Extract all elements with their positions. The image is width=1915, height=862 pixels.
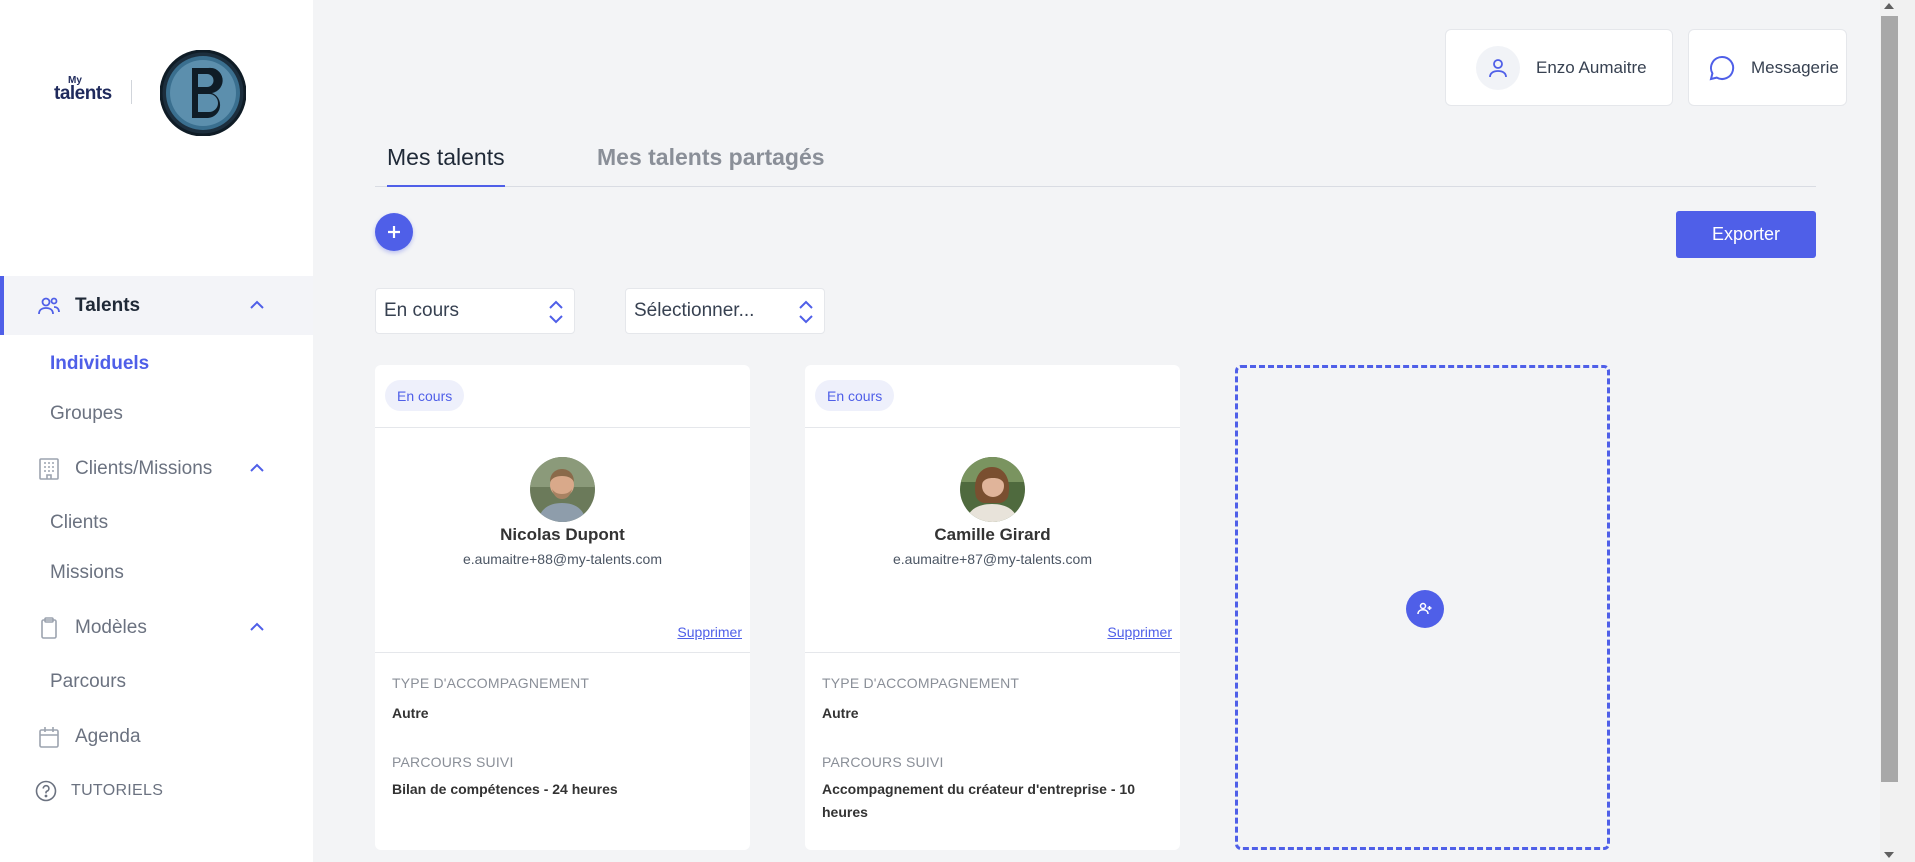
type-label: TYPE D'ACCOMPAGNEMENT bbox=[822, 675, 1020, 691]
divider bbox=[375, 652, 750, 653]
user-profile-button[interactable]: Enzo Aumaitre bbox=[1445, 29, 1673, 106]
delete-link[interactable]: Supprimer bbox=[1107, 624, 1172, 640]
tab-bar: Mes talents Mes talents partagés bbox=[375, 140, 1816, 187]
sidebar-item-label: Modèles bbox=[75, 616, 147, 638]
avatar bbox=[1476, 45, 1520, 90]
status-badge-text: En cours bbox=[397, 387, 453, 404]
plus-icon bbox=[388, 226, 400, 238]
type-value: Autre bbox=[822, 705, 859, 721]
my-talents-logo[interactable]: My talents bbox=[50, 75, 120, 109]
chat-bubble-icon bbox=[1709, 55, 1735, 80]
tab-mes-talents[interactable]: Mes talents bbox=[387, 140, 505, 187]
talent-photo bbox=[530, 457, 595, 522]
messagerie-button[interactable]: Messagerie bbox=[1688, 29, 1847, 106]
add-user-button[interactable] bbox=[1406, 590, 1444, 628]
sidebar-item-clients[interactable]: Clients bbox=[0, 498, 313, 548]
user-name: Enzo Aumaitre bbox=[1536, 57, 1647, 77]
tab-label: Mes talents bbox=[387, 144, 505, 170]
select-arrows-icon bbox=[549, 300, 563, 324]
chevron-up-icon[interactable] bbox=[248, 459, 266, 477]
status-badge: En cours bbox=[385, 380, 465, 411]
sidebar-item-label: TUTORIELS bbox=[71, 782, 164, 799]
logo-separator bbox=[131, 80, 132, 104]
sidebar: My talents Talents Individuels Groupes C… bbox=[0, 0, 313, 862]
add-talent-button[interactable] bbox=[375, 213, 413, 251]
chevron-up-icon[interactable] bbox=[248, 618, 266, 636]
type-value: Autre bbox=[392, 705, 429, 721]
export-label: Exporter bbox=[1711, 224, 1781, 244]
scroll-down-arrow-icon[interactable] bbox=[1884, 852, 1894, 858]
sidebar-item-talents[interactable]: Talents bbox=[0, 276, 313, 335]
sidebar-item-missions[interactable]: Missions bbox=[0, 548, 313, 598]
sidebar-item-label: Talents bbox=[75, 294, 141, 316]
sidebar-item-label: Agenda bbox=[75, 725, 141, 747]
calendar-icon bbox=[39, 726, 59, 748]
add-talent-card[interactable] bbox=[1235, 365, 1610, 850]
add-user-icon bbox=[1417, 602, 1432, 615]
messagerie-label: Messagerie bbox=[1751, 57, 1839, 77]
sidebar-item-parcours[interactable]: Parcours bbox=[0, 657, 313, 707]
sidebar-item-label: Clients bbox=[50, 512, 109, 533]
sidebar-item-groupes[interactable]: Groupes bbox=[0, 389, 313, 439]
users-icon bbox=[38, 297, 60, 314]
path-value: Accompagnement du créateur d'entreprise … bbox=[822, 781, 1135, 820]
talent-name: Camille Girard bbox=[934, 525, 1051, 544]
path-label: PARCOURS SUIVI bbox=[392, 754, 514, 770]
sidebar-item-label: Individuels bbox=[50, 353, 150, 374]
secondary-select-value: Sélectionner... bbox=[634, 300, 755, 321]
talent-photo bbox=[960, 457, 1025, 522]
secondary-select[interactable]: Sélectionner... bbox=[625, 288, 825, 334]
help-circle-icon bbox=[35, 780, 57, 802]
talent-name: Nicolas Dupont bbox=[500, 525, 625, 544]
person-photo-icon bbox=[530, 457, 595, 522]
sidebar-item-label: Missions bbox=[50, 562, 124, 583]
partner-logo-icon bbox=[160, 50, 246, 136]
sidebar-item-label: Clients/Missions bbox=[75, 457, 213, 479]
scrollbar-thumb[interactable] bbox=[1881, 16, 1898, 782]
status-badge-text: En cours bbox=[827, 387, 883, 404]
chevron-up-icon[interactable] bbox=[248, 296, 266, 314]
logo-big-text: talents bbox=[54, 83, 112, 104]
sidebar-item-label: Parcours bbox=[50, 671, 127, 692]
tab-mes-talents-partages[interactable]: Mes talents partagés bbox=[597, 140, 825, 187]
sidebar-nav: Talents Individuels Groupes Clients/Miss… bbox=[0, 276, 313, 816]
user-icon bbox=[1489, 58, 1507, 77]
clipboard-icon bbox=[41, 616, 57, 639]
path-label: PARCOURS SUIVI bbox=[822, 754, 944, 770]
logo-area: My talents bbox=[50, 50, 270, 140]
delete-link[interactable]: Supprimer bbox=[677, 624, 742, 640]
divider bbox=[805, 652, 1180, 653]
sidebar-item-modeles[interactable]: Modèles bbox=[0, 598, 313, 657]
building-icon bbox=[39, 457, 59, 480]
status-select[interactable]: En cours bbox=[375, 288, 575, 334]
export-button[interactable]: Exporter bbox=[1676, 211, 1816, 258]
talent-email: e.aumaitre+87@my-talents.com bbox=[892, 551, 1092, 567]
scroll-up-arrow-icon[interactable] bbox=[1884, 3, 1894, 9]
status-select-value: En cours bbox=[384, 300, 459, 321]
sidebar-item-label: Groupes bbox=[50, 403, 123, 424]
sidebar-item-tutoriels[interactable]: TUTORIELS bbox=[0, 766, 313, 816]
person-photo-icon bbox=[960, 457, 1025, 522]
type-label: TYPE D'ACCOMPAGNEMENT bbox=[392, 675, 590, 691]
tab-label: Mes talents partagés bbox=[597, 144, 825, 170]
path-value: Bilan de compétences - 24 heures bbox=[392, 781, 618, 797]
divider bbox=[375, 427, 750, 428]
sidebar-item-individuels[interactable]: Individuels bbox=[0, 339, 313, 389]
talent-email: e.aumaitre+88@my-talents.com bbox=[462, 551, 662, 567]
divider bbox=[805, 427, 1180, 428]
talent-card[interactable]: En cours Nicolas Dupont e.aumaitre+88@my… bbox=[375, 365, 750, 850]
sidebar-item-clients-missions[interactable]: Clients/Missions bbox=[0, 439, 313, 498]
talent-card[interactable]: En cours Camille Girard e.aumaitre+87@my… bbox=[805, 365, 1180, 850]
sidebar-item-agenda[interactable]: Agenda bbox=[0, 707, 313, 766]
select-arrows-icon bbox=[799, 300, 813, 324]
status-badge: En cours bbox=[815, 380, 895, 411]
